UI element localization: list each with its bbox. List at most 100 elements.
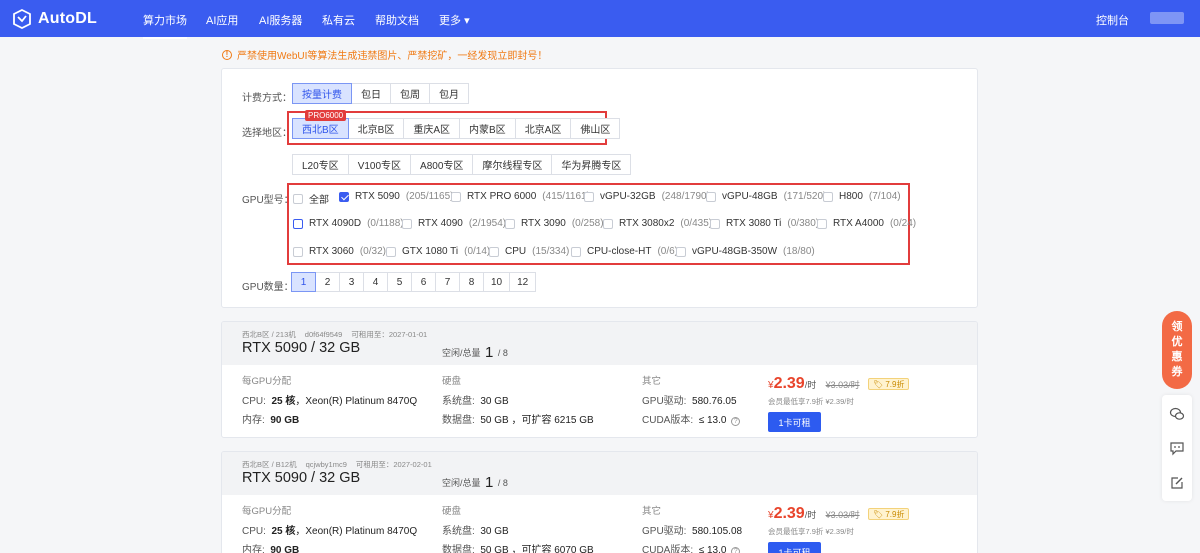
nav-ai-servers[interactable]: AI服务器 — [259, 12, 302, 28]
gpu-option-name: vGPU-48GB — [722, 191, 778, 202]
chat-icon[interactable] — [1169, 440, 1185, 456]
gpu-option-vgpu-48gb[interactable]: vGPU-48GB (171/520) — [706, 191, 826, 202]
region-option-a800[interactable]: A800专区 — [410, 154, 474, 175]
gpu-count-option-2[interactable]: 2 — [315, 272, 340, 292]
gpu-count-option-7[interactable]: 7 — [435, 272, 460, 292]
availability-idle: 1 — [485, 344, 494, 361]
gpu-count-option-4[interactable]: 4 — [363, 272, 388, 292]
region-option-beijing-b[interactable]: 北京B区 — [347, 118, 405, 139]
nav-ai-apps[interactable]: AI应用 — [206, 12, 238, 28]
region-option-chongqing-a[interactable]: 重庆A区 — [403, 118, 461, 139]
rent-button[interactable]: 1卡可租 — [768, 542, 821, 553]
region-option-huawei-ascend[interactable]: 华为昇腾专区 — [551, 154, 632, 175]
region-selector-row2: L20专区 V100专区 A800专区 摩尔线程专区 华为昇腾专区 — [292, 154, 632, 175]
checkbox[interactable] — [402, 218, 412, 229]
gpu-option-rtx-4090[interactable]: RTX 4090 (2/1954) — [402, 218, 506, 229]
warning-text: 严禁使用WebUI等算法生成违禁图片、严禁挖矿，一经发现立即封号！ — [237, 51, 548, 62]
rent-button[interactable]: 1卡可租 — [768, 412, 821, 432]
gpu-option-count: (0/435) — [680, 218, 713, 229]
edit-icon[interactable] — [1169, 475, 1185, 491]
gpu-option-rtx-a4000[interactable]: RTX A4000 (0/24) — [817, 218, 916, 229]
gpu-option-name: RTX 3090 — [521, 218, 566, 229]
coupon-button[interactable]: 领 优 惠 券 — [1162, 311, 1192, 389]
gpu-option-cpu[interactable]: CPU (15/334) — [489, 246, 569, 257]
help-icon[interactable]: ? — [731, 417, 741, 426]
checkbox[interactable] — [817, 218, 827, 229]
checkbox[interactable] — [293, 193, 303, 204]
checkbox[interactable] — [505, 218, 515, 229]
gpu-count-option-5[interactable]: 5 — [387, 272, 412, 292]
region-option-xibei-b[interactable]: 西北B区 — [292, 118, 349, 139]
gpu-option-rtx-3080-ti[interactable]: RTX 3080 Ti (0/380) — [710, 218, 819, 229]
gpu-count-option-1[interactable]: 1 — [291, 272, 316, 292]
data-disk-value: 50 GB ，可扩容 6215 GB — [480, 415, 594, 426]
price-unit: /时 — [804, 510, 817, 520]
nav-console[interactable]: 控制台 — [1096, 12, 1129, 28]
nav-private-cloud[interactable]: 私有云 — [322, 12, 355, 28]
gpu-count-option-12[interactable]: 12 — [509, 272, 537, 292]
region-option-foshan[interactable]: 佛山区 — [570, 118, 621, 139]
gpu-option-vgpu-48gb-350w[interactable]: vGPU-48GB-350W (18/80) — [676, 246, 815, 257]
help-icon[interactable]: ? — [731, 547, 741, 553]
machine-card-header: 西北B区 / B12机 qcjwby1mc9 可租用至：2027-02-01 RTX… — [222, 452, 977, 495]
gpu-count-option-6[interactable]: 6 — [411, 272, 436, 292]
system-disk-label: 系统盘: — [442, 526, 475, 537]
gpu-option-rtx-5090[interactable]: RTX 5090 (205/1165) — [339, 191, 453, 202]
checkbox[interactable] — [293, 218, 303, 229]
gpu-option-cpu-close-ht[interactable]: CPU-close-HT (0/6) — [571, 246, 678, 257]
checkbox[interactable] — [489, 246, 499, 257]
checkbox[interactable] — [451, 191, 461, 202]
coupon-char: 券 — [1171, 366, 1183, 378]
billing-option-weekly[interactable]: 包周 — [390, 83, 430, 104]
gpu-option-all[interactable]: 全部 — [293, 191, 329, 206]
checkbox[interactable] — [293, 246, 303, 257]
checkbox[interactable] — [584, 191, 594, 202]
region-option-l20[interactable]: L20专区 — [292, 154, 349, 175]
billing-option-daily[interactable]: 包日 — [351, 83, 391, 104]
gpu-count-label: GPU数量： — [242, 282, 294, 293]
gpu-count-option-3[interactable]: 3 — [339, 272, 364, 292]
region-option-neimeng-b[interactable]: 内蒙B区 — [459, 118, 516, 139]
price-box: ¥2.39/时 ¥3.03/时 🏷 7.9折 — [768, 375, 910, 393]
checkbox[interactable] — [676, 246, 686, 257]
region-badge: PRO6000 — [305, 110, 347, 121]
checkbox[interactable] — [571, 246, 581, 257]
autodl-logo-icon — [13, 9, 31, 29]
original-price: ¥3.03/时 — [825, 380, 860, 390]
checkbox[interactable] — [386, 246, 396, 257]
checkbox[interactable] — [710, 218, 720, 229]
nav-compute-market[interactable]: 算力市场 — [143, 12, 187, 39]
gpu-option-vgpu-32gb[interactable]: vGPU-32GB (248/1790) — [584, 191, 710, 202]
region-option-v100[interactable]: V100专区 — [347, 154, 412, 175]
nav-more[interactable]: 更多 ▾ — [439, 12, 470, 28]
billing-option-hourly[interactable]: 按量计费 — [292, 83, 352, 104]
gpu-count-option-8[interactable]: 8 — [459, 272, 484, 292]
availability-label: 空闲/总量 — [442, 348, 481, 358]
checkbox[interactable] — [603, 218, 613, 229]
gpu-option-rtx-3060[interactable]: RTX 3060 (0/32) — [293, 246, 386, 257]
region-option-moore-threads[interactable]: 摩尔线程专区 — [472, 154, 553, 175]
gpu-option-gtx-1080-ti[interactable]: GTX 1080 Ti (0/14) — [386, 246, 490, 257]
checkbox[interactable] — [706, 191, 716, 202]
user-avatar[interactable] — [1150, 12, 1184, 24]
machine-availability: 空闲/总量 1 / 8 — [442, 474, 508, 491]
gpu-count-option-10[interactable]: 10 — [483, 272, 511, 292]
nav-help-docs[interactable]: 帮助文档 — [375, 12, 419, 28]
discount-value: 7.9折 — [885, 510, 905, 519]
wechat-icon[interactable] — [1169, 406, 1185, 422]
gpu-option-rtx-3090[interactable]: RTX 3090 (0/258) — [505, 218, 604, 229]
checkbox[interactable] — [823, 191, 833, 202]
brand-logo[interactable]: AutoDL — [12, 8, 97, 30]
warning-notice: ! 严禁使用WebUI等算法生成违禁图片、严禁挖矿，一经发现立即封号！ — [222, 47, 547, 62]
gpu-option-rtx-pro-6000[interactable]: RTX PRO 6000 (415/1161) — [451, 191, 590, 202]
gpu-option-h800[interactable]: H800 (7/104) — [823, 191, 901, 202]
billing-option-monthly[interactable]: 包月 — [429, 83, 469, 104]
availability-total: / 8 — [497, 478, 508, 488]
top-nav: AutoDL 算力市场 AI应用 AI服务器 私有云 帮助文档 更多 ▾ 控制台 — [0, 0, 1200, 39]
region-label: 选择地区： — [242, 128, 292, 139]
region-option-beijing-a[interactable]: 北京A区 — [514, 118, 572, 139]
checkbox-checked[interactable] — [339, 191, 349, 202]
gpu-option-rtx-3080x2[interactable]: RTX 3080x2 (0/435) — [603, 218, 712, 229]
memory-value: 90 GB — [270, 545, 300, 553]
gpu-option-rtx-4090d[interactable]: RTX 4090D (0/1188) — [293, 218, 404, 229]
